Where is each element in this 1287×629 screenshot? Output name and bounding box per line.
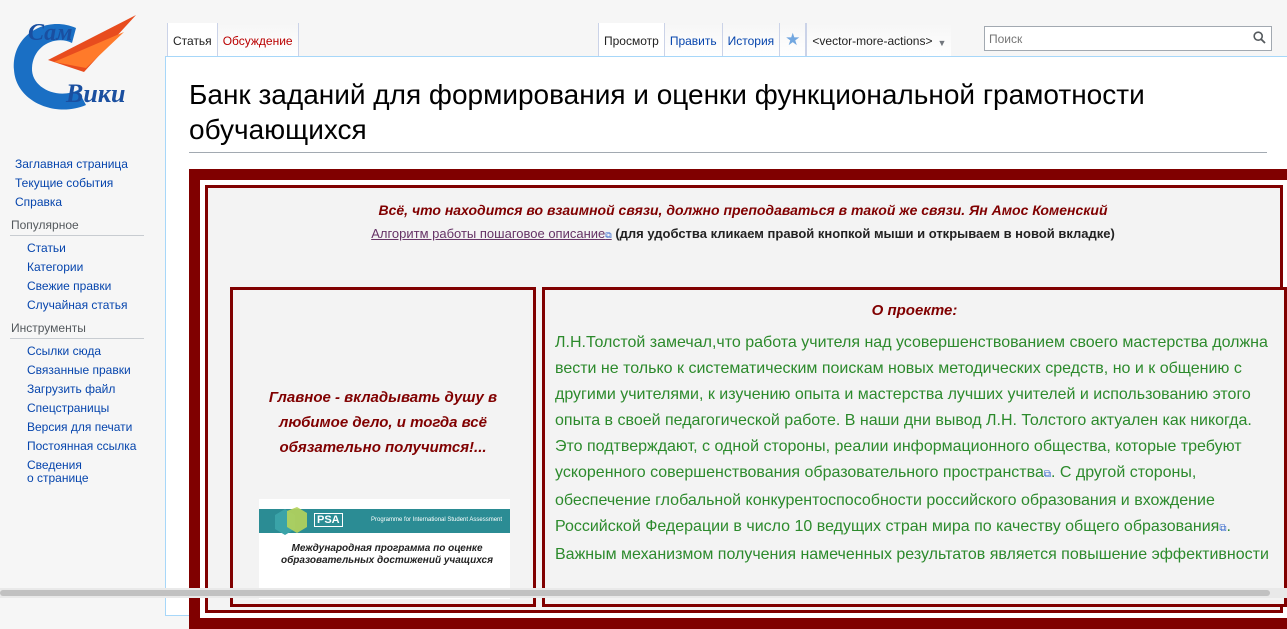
sidebar-item-page-info[interactable]: Сведения о странице: [27, 458, 89, 485]
tab-article[interactable]: Статья: [167, 23, 218, 56]
content-area: Банк заданий для формирования и оценки ф…: [165, 56, 1287, 629]
algorithm-link[interactable]: Алгоритм работы пошаговое описание⧉: [371, 226, 612, 241]
comenius-quote: Всё, что находится во взаимной связи, до…: [378, 202, 1108, 218]
pisa-subtitle: Programme for International Student Asse…: [371, 517, 503, 523]
tab-edit[interactable]: Править: [664, 23, 723, 56]
sidebar-item-random-article[interactable]: Случайная статья: [27, 298, 127, 312]
portal-heading-tools: Инструменты: [10, 319, 144, 339]
general-education-link-text: общего образования: [1065, 518, 1220, 535]
sidebar-main-nav: Заглавная страница Текущие события Справ…: [0, 155, 160, 212]
pisa-banner-image[interactable]: PSA Programme for International Student …: [259, 499, 510, 599]
more-actions-menu[interactable]: <vector-more-actions> ▼: [806, 23, 952, 56]
search-box: [984, 26, 1272, 51]
about-heading: О проекте:: [871, 302, 958, 319]
sidebar-item-related-changes[interactable]: Связанные правки: [27, 363, 131, 377]
more-actions-label: <vector-more-actions>: [812, 34, 933, 48]
sidebar-item-articles[interactable]: Статьи: [27, 241, 66, 255]
view-tabs: Просмотр Править История ★ <vector-more-…: [598, 23, 952, 56]
page-info-line2: о странице: [27, 471, 89, 485]
logo-bottom-text: Вики: [65, 79, 125, 108]
sidebar-item-what-links-here[interactable]: Ссылки сюда: [27, 344, 101, 358]
educational-space-link-text: образовательного пространства: [804, 464, 1044, 481]
chevron-down-icon: ▼: [937, 38, 947, 48]
tab-history[interactable]: История: [722, 23, 781, 56]
search-icon[interactable]: [1247, 30, 1271, 47]
pisa-logo-text: PSA: [314, 513, 343, 527]
inner-frame: Всё, что находится во взаимной связи, до…: [205, 185, 1287, 613]
algorithm-link-text: Алгоритм работы пошаговое описание: [371, 226, 606, 241]
sidebar-item-special-pages[interactable]: Спецстраницы: [27, 401, 109, 415]
logo-top-text: Сам: [28, 20, 73, 46]
watch-star-icon[interactable]: ★: [780, 23, 807, 56]
namespace-tabs: Статья Обсуждение: [167, 23, 299, 56]
about-box: О проекте: Л.Н.Толстой замечал,что работ…: [542, 287, 1287, 607]
algorithm-note: (для удобства кликаем правой кнопкой мыш…: [615, 226, 1115, 241]
sidebar-portal-popular: Популярное Статьи Категории Свежие правк…: [10, 216, 144, 315]
motto-box: Главное - вкладывать душу в любимое дело…: [230, 287, 536, 607]
pisa-caption: Международная программа по оценке образо…: [280, 543, 494, 566]
sidebar-item-current-events[interactable]: Текущие события: [15, 176, 113, 190]
portal-heading-popular: Популярное: [10, 216, 144, 236]
sidebar-item-help[interactable]: Справка: [15, 195, 62, 209]
external-link-icon: ⧉: [605, 230, 612, 240]
general-education-link[interactable]: общего образования⧉: [1065, 518, 1226, 535]
page-info-line1: Сведения: [27, 458, 82, 472]
sidebar-item-main-page[interactable]: Заглавная страница: [15, 157, 128, 171]
tab-read[interactable]: Просмотр: [598, 23, 665, 56]
search-input[interactable]: [985, 27, 1247, 50]
logo-graphic: Сам Вики: [13, 15, 136, 110]
scrollbar-thumb[interactable]: [0, 590, 1270, 596]
sidebar: Заглавная страница Текущие события Справ…: [0, 155, 160, 488]
sidebar-portal-tools: Инструменты Ссылки сюда Связанные правки…: [10, 319, 144, 488]
tab-discussion[interactable]: Обсуждение: [217, 23, 299, 56]
about-text: Л.Н.Толстой замечал,что работа учителя н…: [555, 330, 1274, 568]
motto-text: Главное - вкладывать душу в любимое дело…: [268, 389, 498, 456]
sidebar-item-recent-changes[interactable]: Свежие правки: [27, 279, 111, 293]
horizontal-scrollbar[interactable]: [0, 588, 1287, 598]
external-link-icon: ⧉: [1043, 469, 1051, 480]
algorithm-line: Алгоритм работы пошаговое описание⧉ (для…: [208, 226, 1278, 241]
page-title: Банк заданий для формирования и оценки ф…: [189, 77, 1267, 153]
sidebar-item-permanent-link[interactable]: Постоянная ссылка: [27, 439, 136, 453]
sidebar-item-categories[interactable]: Категории: [27, 260, 83, 274]
pisa-cube-icon: [275, 507, 307, 535]
sidebar-item-upload-file[interactable]: Загрузить файл: [27, 382, 115, 396]
educational-space-link[interactable]: образовательного пространства⧉: [805, 464, 1051, 481]
site-logo[interactable]: Сам Вики: [6, 10, 146, 120]
sidebar-item-printable-version[interactable]: Версия для печати: [27, 420, 132, 434]
about-text-part1: Л.Н.Толстой замечал,что работа учителя н…: [555, 334, 1268, 481]
main-frame: Всё, что находится во взаимной связи, до…: [189, 169, 1287, 629]
